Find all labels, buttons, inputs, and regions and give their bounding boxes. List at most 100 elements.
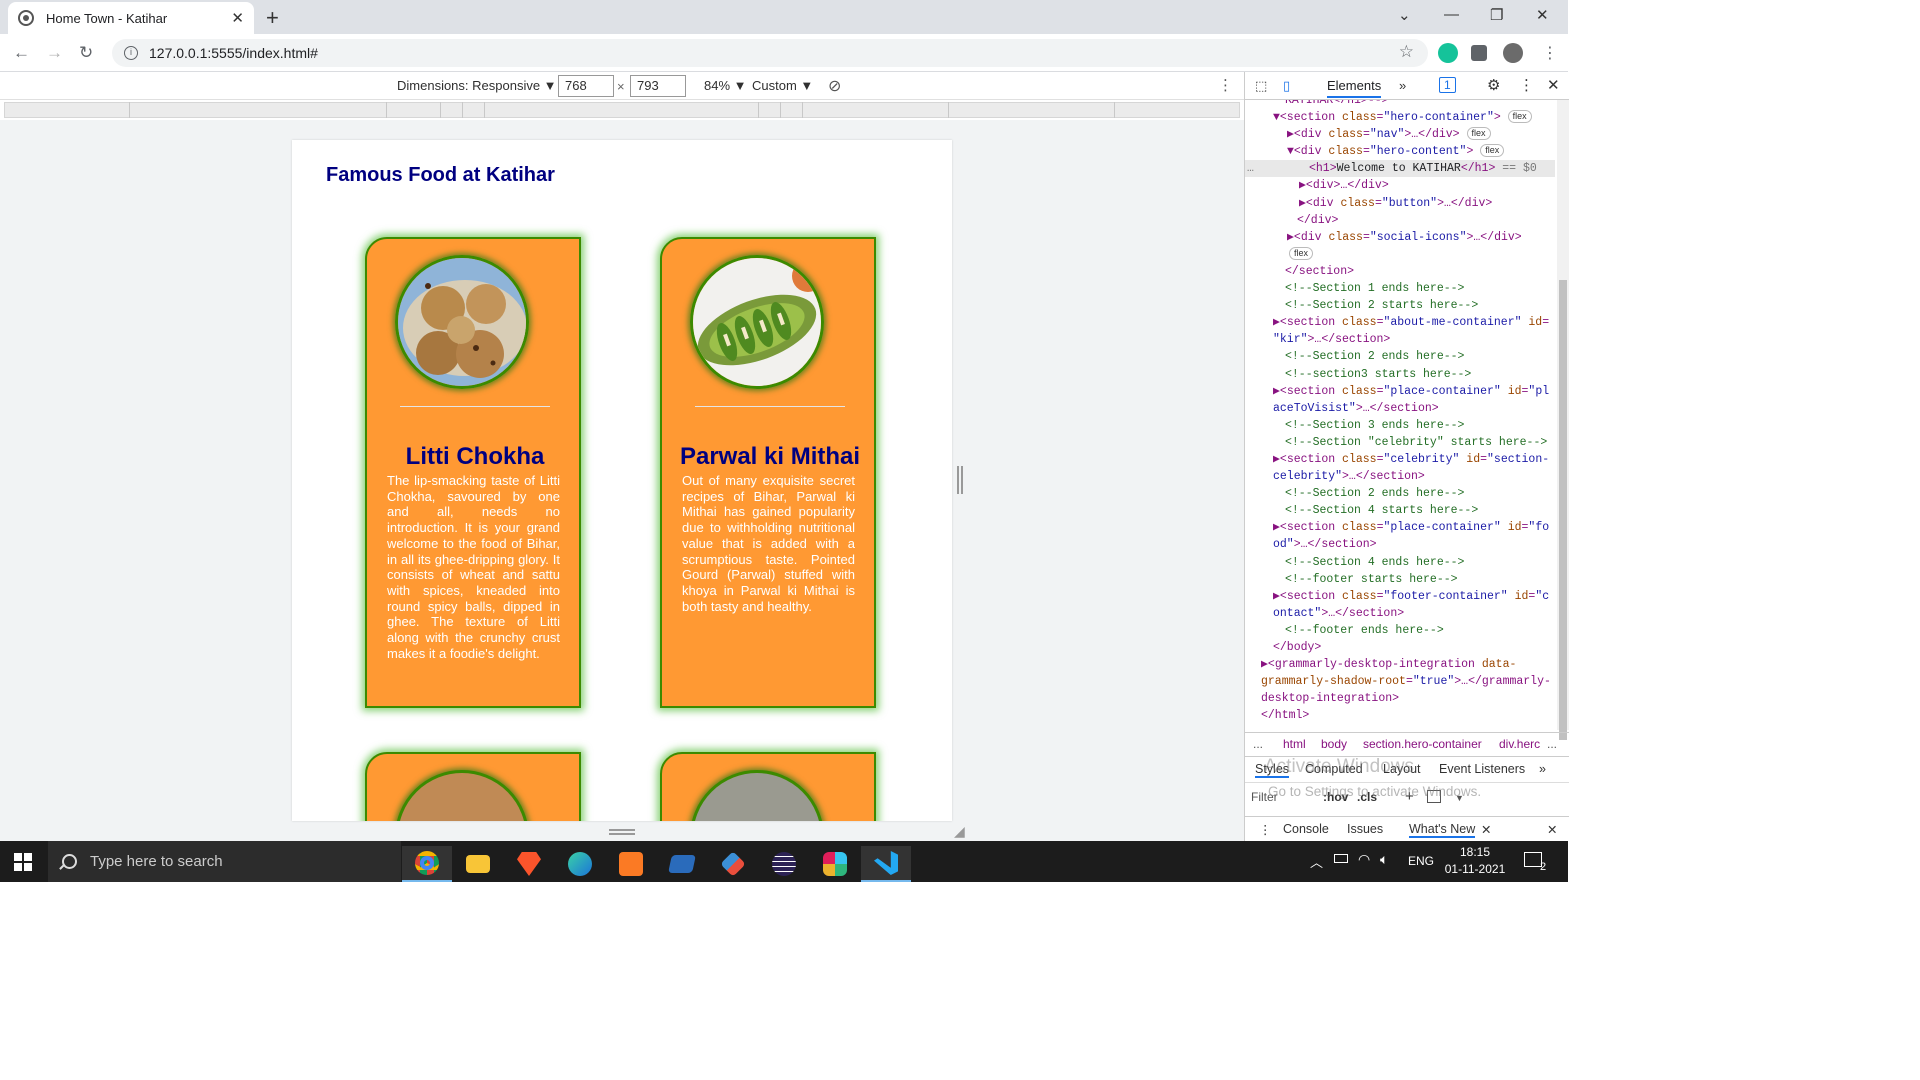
eclipse-taskbar-icon[interactable]: [759, 846, 809, 882]
zoom-dropdown[interactable]: 84% ▼: [704, 78, 747, 93]
dom-node[interactable]: od">…</section>: [1245, 536, 1555, 553]
bookmark-star-icon[interactable]: ☆: [1399, 42, 1414, 62]
dom-node[interactable]: <!--footer starts here-->: [1245, 571, 1555, 588]
dom-node[interactable]: <!--Section 4 ends here-->: [1245, 554, 1555, 571]
xampp-taskbar-icon[interactable]: [606, 846, 656, 882]
dimensions-dropdown[interactable]: Dimensions: Responsive ▼: [397, 78, 557, 93]
dom-node[interactable]: <!--Section 2 ends here-->: [1245, 348, 1555, 365]
close-whats-new-icon[interactable]: ✕: [1481, 822, 1491, 837]
file-explorer-taskbar-icon[interactable]: [453, 846, 503, 882]
forward-icon[interactable]: →: [46, 43, 63, 63]
powershell-taskbar-icon[interactable]: [657, 846, 707, 882]
dom-node[interactable]: <!--Section 2 starts here-->: [1245, 297, 1555, 314]
extensions-puzzle-icon[interactable]: [1471, 45, 1487, 61]
more-styles-tabs-icon[interactable]: »: [1539, 762, 1546, 776]
profile-avatar[interactable]: [1503, 43, 1523, 63]
inspect-element-icon[interactable]: ⬚: [1255, 78, 1267, 94]
dom-node[interactable]: ▶<div class="social-icons">…</div>: [1245, 229, 1555, 246]
new-tab-icon[interactable]: +: [266, 5, 279, 31]
drawer-tab-issues[interactable]: Issues: [1347, 822, 1383, 836]
dom-node[interactable]: "kir">…</section>: [1245, 331, 1555, 348]
viewport-height-resize-handle[interactable]: [609, 829, 635, 835]
dom-node[interactable]: ▶<section class="celebrity" id="section-: [1245, 451, 1555, 468]
viewport-width-input[interactable]: 768: [558, 75, 614, 97]
dom-node[interactable]: flex: [1245, 246, 1555, 263]
dom-node[interactable]: ontact">…</section>: [1245, 605, 1555, 622]
git-taskbar-icon[interactable]: [708, 846, 758, 882]
tab-event-listeners[interactable]: Event Listeners: [1439, 762, 1525, 776]
brave-taskbar-icon[interactable]: [504, 846, 554, 882]
browser-tab[interactable]: Home Town - Katihar ✕: [8, 2, 254, 34]
slack-taskbar-icon[interactable]: [810, 846, 860, 882]
dom-node[interactable]: ▶<section class="place-container" id="pl: [1245, 383, 1555, 400]
breadcrumb-item[interactable]: body: [1321, 737, 1347, 751]
ruler-bar[interactable]: [4, 102, 1240, 118]
close-drawer-icon[interactable]: ✕: [1547, 822, 1557, 837]
viewport-corner-resize-handle[interactable]: ◢: [954, 823, 965, 840]
dom-node[interactable]: aceToVisist">…</section>: [1245, 400, 1555, 417]
breadcrumb-item[interactable]: html: [1283, 737, 1306, 751]
dom-node[interactable]: desktop-integration>: [1245, 690, 1555, 707]
dom-node[interactable]: </section>: [1245, 263, 1555, 280]
close-tab-icon[interactable]: ✕: [231, 9, 244, 27]
dom-node[interactable]: </body>: [1245, 639, 1555, 656]
back-icon[interactable]: ←: [13, 43, 30, 63]
dom-node[interactable]: ▶<grammarly-desktop-integration data-: [1245, 656, 1555, 673]
tray-overflow-icon[interactable]: ︿: [1310, 852, 1323, 871]
tab-search-icon[interactable]: ⌄: [1398, 6, 1411, 24]
dom-node[interactable]: ▶<div class="button">…</div>: [1245, 195, 1555, 212]
breadcrumb-item[interactable]: div.herc: [1499, 737, 1540, 751]
wifi-icon[interactable]: ◠: [1358, 851, 1370, 868]
drawer-tab-console[interactable]: Console: [1283, 822, 1329, 836]
dom-node[interactable]: <!--section3 starts here-->: [1245, 366, 1555, 383]
settings-gear-icon[interactable]: ⚙: [1487, 76, 1500, 94]
viewport-width-resize-handle[interactable]: [957, 466, 963, 494]
taskbar-search-box[interactable]: Type here to search: [48, 841, 401, 882]
site-info-icon[interactable]: i: [124, 46, 138, 60]
page-viewport[interactable]: Famous Food at Katihar Litti Chokha The …: [292, 140, 952, 821]
edge-taskbar-icon[interactable]: [555, 846, 605, 882]
dom-node[interactable]: <!--Section 1 ends here-->: [1245, 280, 1555, 297]
dom-node[interactable]: ▶<section class="place-container" id="fo: [1245, 519, 1555, 536]
throttle-dropdown[interactable]: Custom ▼: [752, 78, 813, 93]
dom-tree-scrollbar[interactable]: [1557, 100, 1569, 740]
chrome-taskbar-icon[interactable]: [402, 846, 452, 882]
breadcrumb-item[interactable]: ...: [1547, 737, 1557, 751]
minimize-icon[interactable]: —: [1444, 6, 1459, 23]
dom-node[interactable]: <!--Section 2 ends here-->: [1245, 485, 1555, 502]
tab-elements[interactable]: Elements: [1327, 78, 1382, 98]
dom-node[interactable]: KATIHAR</h1>-->: [1245, 100, 1555, 109]
dom-node[interactable]: ▶<section class="about-me-container" id=: [1245, 314, 1555, 331]
dom-node[interactable]: ▶<section class="footer-container" id="c: [1245, 588, 1555, 605]
vscode-taskbar-icon[interactable]: [861, 846, 911, 882]
dom-node[interactable]: <!--Section 3 ends here-->: [1245, 417, 1555, 434]
dom-node[interactable]: ▶<div class="nav">…</div> flex: [1245, 126, 1555, 143]
windows-start-icon[interactable]: [14, 853, 32, 871]
dom-node-selected[interactable]: … <h1>Welcome to KATIHAR</h1> == $0: [1245, 160, 1555, 178]
scrollbar-thumb[interactable]: [1559, 280, 1567, 740]
grammarly-extension-icon[interactable]: [1438, 43, 1458, 63]
reload-icon[interactable]: ↻: [79, 43, 93, 63]
language-indicator[interactable]: ENG: [1408, 854, 1434, 868]
issues-badge[interactable]: 1: [1439, 77, 1456, 93]
dom-node[interactable]: <!--Section 4 starts here-->: [1245, 502, 1555, 519]
browser-menu-icon[interactable]: ⋮: [1542, 43, 1558, 63]
device-toolbar-more-icon[interactable]: ⋮: [1218, 76, 1233, 94]
rotate-icon[interactable]: ⊘: [828, 76, 841, 96]
restore-icon[interactable]: ❐: [1490, 6, 1503, 24]
more-tabs-icon[interactable]: »: [1399, 78, 1406, 93]
omnibox[interactable]: i 127.0.0.1:5555/index.html# ☆: [112, 39, 1428, 67]
dom-node[interactable]: <!--footer ends here-->: [1245, 622, 1555, 639]
dom-node[interactable]: ▶<div>…</div>: [1245, 177, 1555, 194]
dom-node[interactable]: celebrity">…</section>: [1245, 468, 1555, 485]
devtools-menu-icon[interactable]: ⋮: [1519, 76, 1534, 94]
breadcrumb-item[interactable]: ...: [1253, 737, 1263, 751]
url-text[interactable]: 127.0.0.1:5555/index.html#: [149, 45, 318, 61]
dom-node[interactable]: <!--Section "celebrity" starts here-->: [1245, 434, 1555, 451]
dom-node[interactable]: ▼<div class="hero-content"> flex: [1245, 143, 1555, 160]
close-window-icon[interactable]: ✕: [1536, 6, 1549, 24]
dom-node[interactable]: grammarly-shadow-root="true">…</grammarl…: [1245, 673, 1555, 690]
device-toggle-icon[interactable]: ▯: [1283, 78, 1290, 94]
battery-icon[interactable]: [1334, 854, 1348, 863]
dom-node[interactable]: ▼<section class="hero-container"> flex: [1245, 109, 1555, 126]
